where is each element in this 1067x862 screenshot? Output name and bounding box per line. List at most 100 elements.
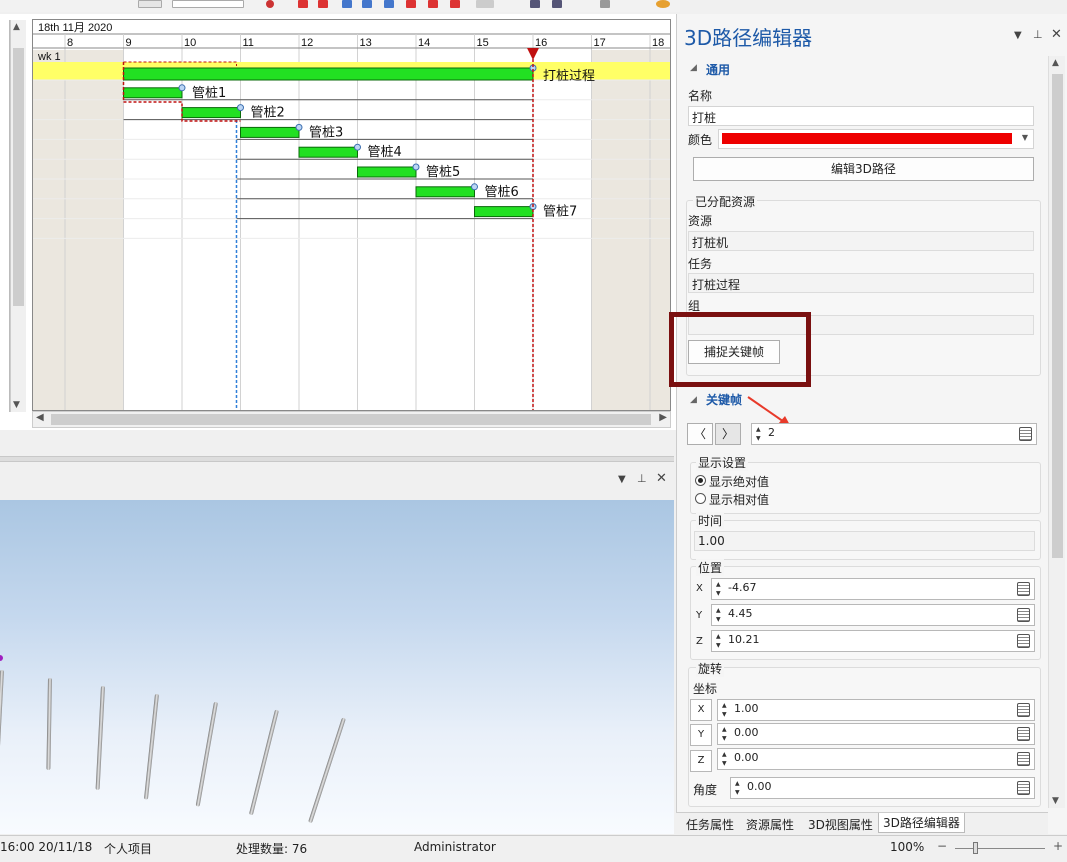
scroll-up-icon[interactable]: ▲ [13, 22, 20, 32]
spin-arrows-icon[interactable]: ▲ ▼ [756, 425, 761, 443]
zoom-out-icon[interactable]: − [937, 839, 947, 853]
highlight-box [669, 312, 811, 387]
dropdown-icon[interactable]: ▼ [1014, 30, 1022, 41]
vertical-scrollbar[interactable]: ▲ ▼ [10, 20, 26, 412]
spin-arrows-icon[interactable]: ▲ ▼ [722, 725, 727, 743]
calculator-icon[interactable] [1017, 703, 1030, 717]
scroll-up-icon[interactable]: ▲ [1052, 58, 1059, 68]
first-frame-icon[interactable] [298, 0, 308, 8]
calculator-icon[interactable] [1017, 752, 1030, 766]
scroll-right-icon[interactable]: ▶ [659, 412, 667, 423]
spin-arrows-icon[interactable]: ▲ ▼ [716, 580, 721, 598]
close-icon[interactable]: ✕ [1051, 27, 1062, 42]
stop-icon[interactable] [362, 0, 372, 8]
spin-arrows-icon[interactable]: ▲ ▼ [722, 701, 727, 719]
collapse-icon[interactable]: ◢ [690, 63, 697, 73]
spin-arrows-icon[interactable]: ▲ ▼ [735, 779, 740, 797]
tab-resource-properties[interactable]: 资源属性 [742, 815, 798, 834]
day-tick-label: 17 [594, 37, 606, 49]
pin-icon[interactable]: ⊥ [1033, 28, 1043, 41]
spin-arrows-icon[interactable]: ▲ ▼ [722, 750, 727, 768]
task-label: 管桩1 [192, 86, 226, 101]
toolbar-input[interactable] [172, 0, 244, 8]
rot-x-spinner[interactable]: ▲ ▼ 1.00 [717, 699, 1035, 721]
next-frame-icon[interactable] [406, 0, 416, 8]
calculator-icon[interactable] [1017, 727, 1030, 741]
calculator-icon[interactable] [1017, 582, 1030, 596]
pos-y-spinner[interactable]: ▲ ▼ 4.45 [711, 604, 1035, 626]
prev-keyframe-button[interactable]: 〈 [687, 423, 713, 445]
calculator-icon[interactable] [1017, 781, 1030, 795]
spin-arrows-icon[interactable]: ▲ ▼ [716, 632, 721, 650]
resource-value: 打桩机 [688, 231, 1034, 251]
gantt-chart[interactable]: 18th 11月 2020 8 9 10 11 12 13 14 15 16 17 18 wk 1 打桩过… [32, 19, 671, 411]
tool-icon[interactable] [600, 0, 610, 8]
status-bar: 16:00 20/11/18 个人项目 处理数量: 76 Administrat… [0, 835, 1067, 862]
name-input[interactable]: 打桩 [688, 106, 1034, 126]
scroll-down-icon[interactable]: ▼ [1052, 796, 1059, 806]
collapse-icon[interactable]: ◢ [690, 395, 697, 405]
scroll-down-icon[interactable]: ▼ [13, 400, 20, 410]
3d-viewport[interactable] [0, 500, 674, 834]
prev-frame-icon[interactable] [318, 0, 328, 8]
palette-icon[interactable] [656, 0, 670, 8]
pin-icon[interactable]: ⊥ [637, 472, 647, 485]
color-picker[interactable]: ▼ [718, 129, 1034, 149]
tab-3d-path-editor[interactable]: 3D路径编辑器 [878, 813, 965, 833]
scroll-thumb[interactable] [1052, 74, 1063, 558]
calculator-icon[interactable] [1019, 427, 1032, 441]
next-keyframe-button[interactable]: 〉 [715, 423, 741, 445]
calculator-icon[interactable] [1017, 634, 1030, 648]
rot-y-value: 0.00 [734, 726, 759, 739]
pile-model [248, 709, 279, 816]
name-label: 名称 [688, 89, 713, 103]
viewport-header: ▼ ⊥ ✕ [0, 462, 674, 500]
rot-y-axis-label: Y [690, 724, 712, 746]
scroll-thumb[interactable] [13, 48, 24, 306]
dropdown-icon[interactable] [138, 0, 162, 8]
keyframe-spinner[interactable]: ▲ ▼ 2 [751, 423, 1037, 445]
angle-spinner[interactable]: ▲ ▼ 0.00 [730, 777, 1035, 799]
record-icon[interactable] [266, 0, 274, 8]
pos-y-value: 4.45 [728, 607, 753, 620]
play-icon[interactable] [384, 0, 394, 8]
status-user: Administrator [414, 840, 496, 854]
zoom-slider[interactable] [955, 848, 1045, 849]
panel-scrollbar[interactable]: ▲ ▼ [1048, 56, 1065, 808]
horizontal-scrollbar[interactable]: ◀ ▶ [32, 411, 671, 428]
radio-absolute[interactable] [695, 475, 706, 486]
pos-z-spinner[interactable]: ▲ ▼ 10.21 [711, 630, 1035, 652]
zoom-slider-thumb[interactable] [973, 842, 978, 854]
zoom-in-icon[interactable]: + [1053, 839, 1063, 853]
radio-relative[interactable] [695, 493, 706, 504]
end-icon[interactable] [450, 0, 460, 8]
scroll-left-icon[interactable]: ◀ [36, 412, 44, 423]
unlink-icon[interactable] [552, 0, 562, 8]
last-frame-icon[interactable] [428, 0, 438, 8]
calculator-icon[interactable] [1017, 608, 1030, 622]
task-label: 管桩6 [485, 185, 519, 200]
close-icon[interactable]: ✕ [656, 471, 667, 486]
tab-3d-view-properties[interactable]: 3D视图属性 [804, 815, 877, 834]
rot-y-spinner[interactable]: ▲ ▼ 0.00 [717, 723, 1035, 745]
section-general[interactable]: 通用 [706, 61, 730, 78]
link-icon[interactable] [530, 0, 540, 8]
weekend-shade [33, 50, 124, 410]
back-icon[interactable] [342, 0, 352, 8]
pile-model [195, 701, 218, 807]
task-label: 管桩5 [426, 165, 460, 180]
pos-x-spinner[interactable]: ▲ ▼ -4.67 [711, 578, 1035, 600]
section-keyframe[interactable]: 关键帧 [706, 391, 742, 408]
hscroll-thumb[interactable] [51, 414, 651, 425]
pos-x-value: -4.67 [728, 581, 757, 594]
progress-handle [471, 183, 478, 191]
rot-z-spinner[interactable]: ▲ ▼ 0.00 [717, 748, 1035, 770]
dropdown-icon[interactable]: ▼ [618, 474, 626, 485]
day-tick-label: 11 [243, 37, 254, 49]
edit-3d-path-button[interactable]: 编辑3D路径 [693, 157, 1034, 181]
tab-task-properties[interactable]: 任务属性 [682, 815, 738, 834]
pointer-icon[interactable] [476, 0, 494, 8]
pile-model [143, 693, 159, 800]
chevron-down-icon[interactable]: ▼ [1022, 133, 1028, 142]
spin-arrows-icon[interactable]: ▲ ▼ [716, 606, 721, 624]
